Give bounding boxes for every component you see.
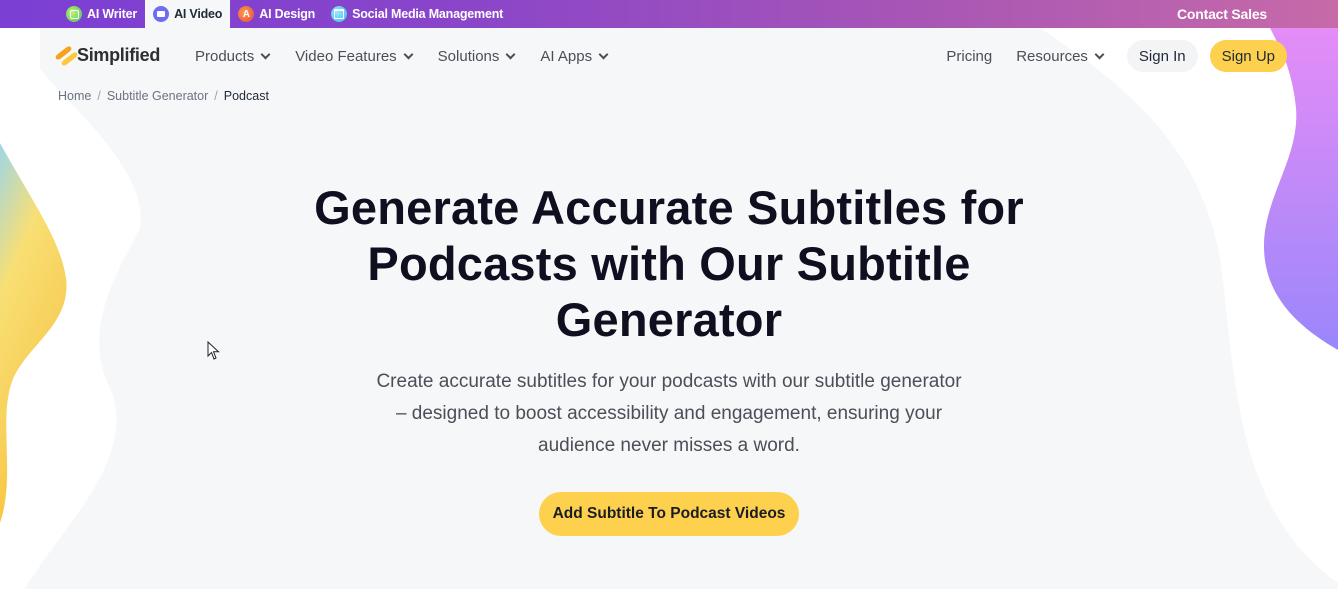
logo-text: Simplified [77, 45, 161, 65]
product-ai-writer[interactable]: AI Writer [58, 0, 145, 28]
breadcrumb-home[interactable]: Home [58, 89, 91, 103]
product-label: Social Media Management [352, 7, 504, 21]
product-label: AI Writer [87, 7, 138, 21]
nav-products[interactable]: Products [195, 47, 271, 65]
breadcrumb-current: Podcast [223, 89, 269, 103]
nav-solutions[interactable]: Solutions [437, 47, 516, 65]
product-social-media-management[interactable]: Social Media Management [323, 0, 511, 28]
nav-label: Solutions [437, 47, 500, 65]
chevron-down-icon [260, 49, 271, 59]
chevron-down-icon [505, 49, 516, 59]
calendar-icon [331, 6, 348, 22]
sign-up-button[interactable]: Sign Up [1209, 40, 1287, 72]
nav-label: Products [195, 47, 255, 65]
breadcrumb-subtitle-generator[interactable]: Subtitle Generator [107, 89, 208, 103]
breadcrumb-separator: / [97, 89, 101, 103]
main-navbar: Simplified Products Video Features Solut… [0, 28, 1338, 84]
ai-video-icon [153, 6, 170, 22]
breadcrumb-separator: / [214, 89, 218, 103]
hero-section: Generate Accurate Subtitles for Podcasts… [0, 180, 1338, 536]
product-label: AI Design [259, 7, 316, 21]
product-ai-video[interactable]: AI Video [145, 0, 231, 28]
product-switcher-bar: AI Writer AI Video AI Design Social Medi… [0, 0, 1338, 28]
nav-ai-apps[interactable]: AI Apps [540, 47, 609, 65]
nav-video-features[interactable]: Video Features [295, 47, 414, 65]
sign-in-button[interactable]: Sign In [1126, 40, 1198, 72]
nav-label: Pricing [946, 47, 993, 65]
ai-design-icon [238, 6, 255, 22]
product-ai-design[interactable]: AI Design [230, 0, 323, 28]
primary-nav: Products Video Features Solutions AI App… [195, 28, 633, 84]
add-subtitle-cta-button[interactable]: Add Subtitle To Podcast Videos [538, 492, 800, 536]
chevron-down-icon [1094, 49, 1105, 59]
breadcrumb: Home / Subtitle Generator / Podcast [58, 89, 269, 103]
product-label: AI Video [174, 7, 223, 21]
nav-resources[interactable]: Resources [1016, 47, 1105, 65]
chevron-down-icon [403, 49, 414, 59]
product-list: AI Writer AI Video AI Design Social Medi… [58, 0, 511, 28]
ai-writer-icon [66, 6, 82, 22]
secondary-nav: Pricing Resources Sign In Sign Up [946, 28, 1287, 84]
contact-sales-link[interactable]: Contact Sales [1177, 0, 1267, 28]
hero-subtitle: Create accurate subtitles for your podca… [376, 371, 962, 456]
chevron-down-icon [598, 49, 609, 59]
nav-label: AI Apps [540, 47, 593, 65]
nav-label: Resources [1016, 47, 1088, 65]
hero-title: Generate Accurate Subtitles for Podcasts… [314, 181, 1024, 346]
simplified-logo[interactable]: Simplified [54, 44, 161, 67]
simplified-logo-icon [54, 44, 79, 67]
mouse-cursor-icon [207, 341, 220, 360]
nav-pricing[interactable]: Pricing [946, 48, 992, 65]
nav-label: Video Features [295, 47, 397, 65]
